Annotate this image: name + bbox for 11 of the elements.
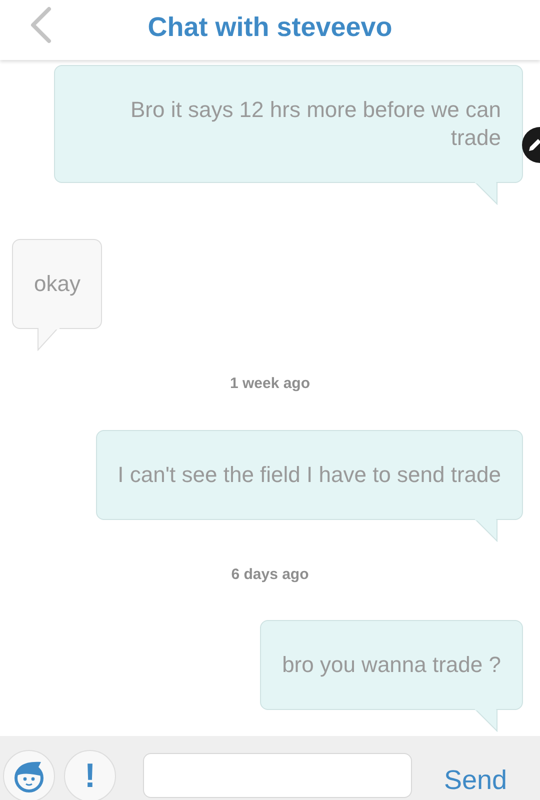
message-text: okay xyxy=(34,270,80,298)
timestamp: 1 week ago xyxy=(230,374,310,394)
window-title: Chat with steveevo xyxy=(148,10,392,44)
message-input[interactable] xyxy=(143,753,412,798)
message-text: Bro it says 12 hrs more before we can trade xyxy=(130,96,501,152)
avatar-button[interactable] xyxy=(3,750,55,800)
alert-button[interactable]: ! xyxy=(64,750,116,800)
send-button[interactable]: Send xyxy=(444,760,508,800)
timestamp: 6 days ago xyxy=(231,564,309,584)
message-text: bro you wanna trade ? xyxy=(282,651,501,679)
message-text: I can't see the field I have to send trade xyxy=(118,460,501,488)
